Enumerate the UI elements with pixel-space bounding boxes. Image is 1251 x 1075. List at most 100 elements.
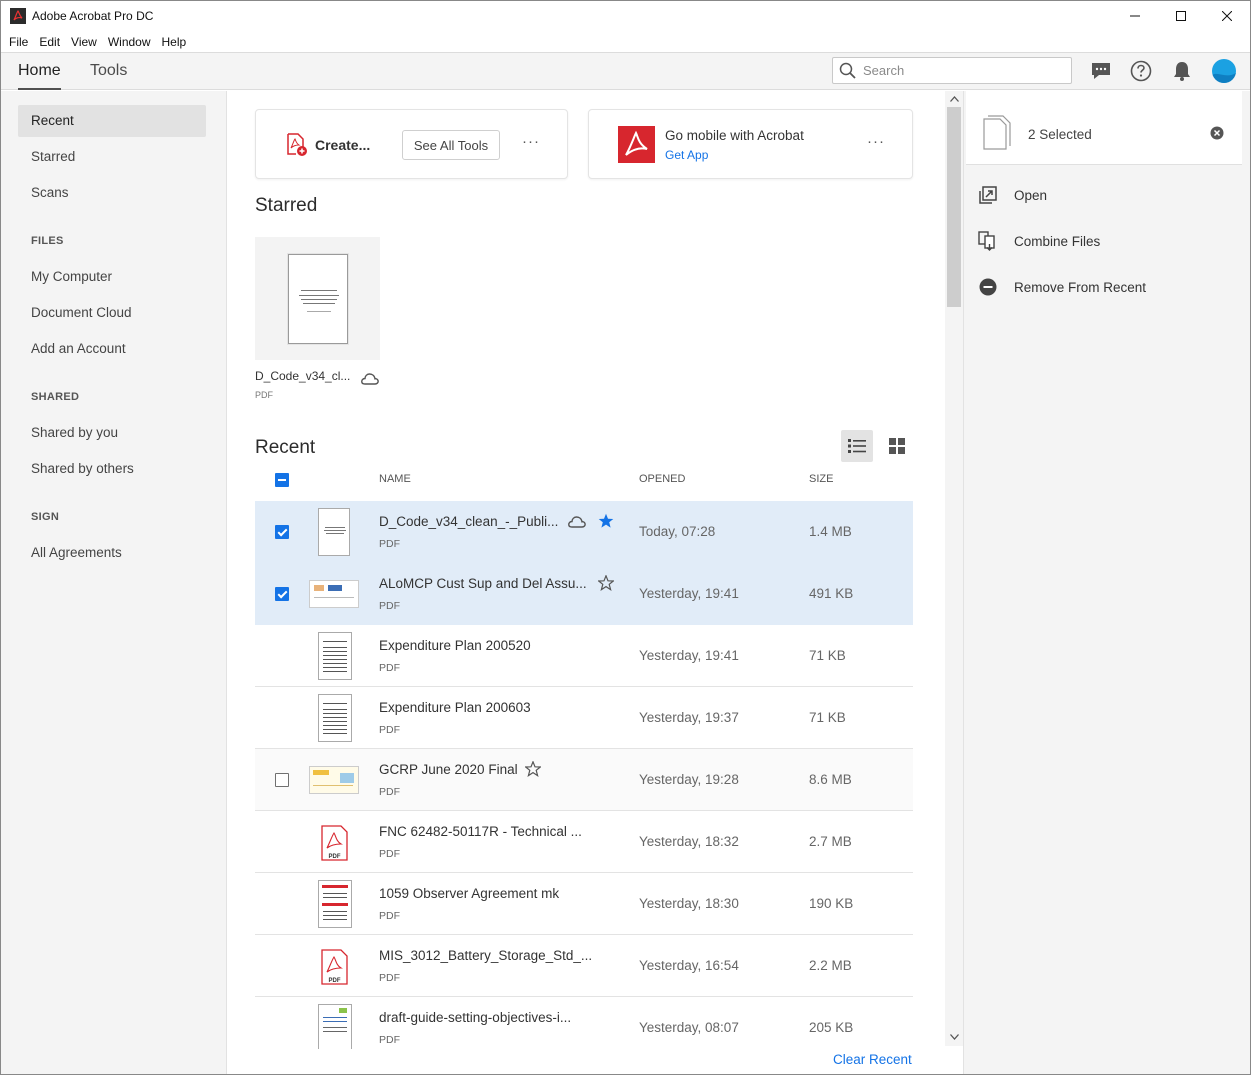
table-row[interactable]: 1059 Observer Agreement mk PDF Yesterday… <box>255 873 913 935</box>
menu-file[interactable]: File <box>9 35 28 49</box>
tab-home[interactable]: Home <box>18 53 61 90</box>
file-size: 8.6 MB <box>809 772 852 787</box>
create-card-more-button[interactable]: ··· <box>522 133 540 150</box>
menu-edit[interactable]: Edit <box>39 35 60 49</box>
file-opened: Yesterday, 19:41 <box>639 648 739 663</box>
list-view-toggle[interactable] <box>841 430 873 462</box>
right-panel: 2 Selected Open Combine Files Remove Fro… <box>963 91 1250 1074</box>
file-opened: Yesterday, 18:30 <box>639 896 739 911</box>
column-header-opened[interactable]: OPENED <box>639 473 685 485</box>
close-icon <box>1222 11 1232 21</box>
file-thumbnail <box>309 1002 359 1049</box>
maximize-button[interactable] <box>1158 1 1204 31</box>
file-name: GCRP June 2020 Final <box>379 762 518 777</box>
grid-view-toggle[interactable] <box>881 430 913 462</box>
remove-icon <box>978 277 998 297</box>
get-app-link[interactable]: Get App <box>665 148 708 162</box>
help-button[interactable] <box>1129 59 1153 83</box>
file-size: 71 KB <box>809 648 846 663</box>
file-size: 491 KB <box>809 586 854 601</box>
file-name: draft-guide-setting-objectives-i... <box>379 1010 572 1025</box>
star-outline-icon[interactable] <box>598 575 614 591</box>
sidebar-item-starred[interactable]: Starred <box>18 141 206 173</box>
file-type: PDF <box>379 972 400 984</box>
selection-summary: 2 Selected <box>966 91 1242 165</box>
create-label[interactable]: Create... <box>315 137 370 153</box>
select-all-checkbox[interactable] <box>275 473 289 487</box>
menu-bar: File Edit View Window Help <box>1 31 1250 52</box>
menu-window[interactable]: Window <box>108 35 151 49</box>
sidebar-item-shared-by-others[interactable]: Shared by others <box>18 453 206 485</box>
remove-from-recent-action[interactable]: Remove From Recent <box>978 275 1146 299</box>
table-row[interactable]: ALoMCP Cust Sup and Del Assu... PDF Yest… <box>255 563 913 625</box>
chevron-up-icon <box>949 96 959 102</box>
table-row[interactable]: Expenditure Plan 200520 PDF Yesterday, 1… <box>255 625 913 687</box>
scroll-thumb[interactable] <box>947 107 961 307</box>
svg-text:PDF: PDF <box>329 854 341 860</box>
menu-view[interactable]: View <box>71 35 97 49</box>
bell-icon <box>1174 62 1190 81</box>
comments-button[interactable] <box>1089 59 1113 83</box>
list-view-icon <box>848 439 866 453</box>
file-name: FNC 62482-50117R - Technical ... <box>379 824 582 839</box>
close-button[interactable] <box>1204 1 1250 31</box>
scroll-up-button[interactable] <box>945 92 963 106</box>
minimize-button[interactable] <box>1112 1 1158 31</box>
file-opened: Yesterday, 19:37 <box>639 710 739 725</box>
file-opened: Yesterday, 16:54 <box>639 958 739 973</box>
search-input[interactable] <box>863 63 1063 78</box>
sidebar-item-my-computer[interactable]: My Computer <box>18 261 206 293</box>
sidebar-item-recent[interactable]: Recent <box>18 105 206 137</box>
starred-file-thumbnail[interactable] <box>255 237 380 360</box>
search-box[interactable] <box>832 57 1072 84</box>
help-icon <box>1130 60 1152 82</box>
create-card: Create... See All Tools ··· <box>255 109 568 179</box>
row-checkbox[interactable] <box>275 587 289 601</box>
table-row[interactable]: Expenditure Plan 200603 PDF Yesterday, 1… <box>255 687 913 749</box>
see-all-tools-button[interactable]: See All Tools <box>402 130 500 160</box>
file-type: PDF <box>379 1034 400 1046</box>
maximize-icon <box>1176 11 1186 21</box>
sidebar-item-shared-by-you[interactable]: Shared by you <box>18 417 206 449</box>
clear-recent-link[interactable]: Clear Recent <box>833 1052 912 1067</box>
file-type: PDF <box>379 600 400 612</box>
menu-help[interactable]: Help <box>162 35 187 49</box>
multiple-files-icon <box>983 115 1011 150</box>
sidebar-item-document-cloud[interactable]: Document Cloud <box>18 297 206 329</box>
search-icon <box>839 62 856 79</box>
chat-bubble-icon <box>1092 63 1110 79</box>
table-row[interactable]: PDF MIS_3012_Battery_Storage_Std_... PDF… <box>255 935 913 997</box>
sidebar-item-scans[interactable]: Scans <box>18 177 206 209</box>
acrobat-logo <box>618 126 655 163</box>
minimize-icon <box>1130 15 1140 17</box>
mobile-card-more-button[interactable]: ··· <box>867 133 885 150</box>
clear-selection-icon[interactable] <box>1210 126 1224 140</box>
create-pdf-icon <box>287 133 307 156</box>
tab-tools[interactable]: Tools <box>90 53 127 90</box>
sidebar-item-add-account[interactable]: Add an Account <box>18 333 206 365</box>
scroll-down-button[interactable] <box>945 1030 963 1044</box>
file-opened: Yesterday, 18:32 <box>639 834 739 849</box>
star-outline-icon[interactable] <box>525 761 541 777</box>
row-checkbox[interactable] <box>275 525 289 539</box>
avatar[interactable] <box>1212 59 1236 83</box>
nav-bar: Home Tools <box>1 52 1250 90</box>
table-row[interactable]: GCRP June 2020 Final PDF Yesterday, 19:2… <box>255 749 913 811</box>
table-row[interactable]: PDF FNC 62482-50117R - Technical ... PDF… <box>255 811 913 873</box>
starred-file-name[interactable]: D_Code_v34_cl... <box>255 369 350 383</box>
main-scrollbar[interactable] <box>945 91 963 1046</box>
open-action[interactable]: Open <box>978 183 1047 207</box>
column-header-name[interactable]: NAME <box>379 473 411 485</box>
column-header-size[interactable]: SIZE <box>809 473 833 485</box>
star-filled-icon[interactable] <box>598 513 614 529</box>
document-page-icon <box>288 254 348 344</box>
file-thumbnail <box>309 692 359 744</box>
mobile-card-title: Go mobile with Acrobat <box>665 128 804 143</box>
file-size: 2.7 MB <box>809 834 852 849</box>
notifications-button[interactable] <box>1170 59 1194 83</box>
row-checkbox[interactable] <box>275 773 289 787</box>
combine-files-action[interactable]: Combine Files <box>978 229 1100 253</box>
table-row[interactable]: draft-guide-setting-objectives-i... PDF … <box>255 997 913 1049</box>
sidebar-item-all-agreements[interactable]: All Agreements <box>18 537 206 569</box>
table-row[interactable]: D_Code_v34_clean_-_Publi... PDF Today, 0… <box>255 501 913 563</box>
